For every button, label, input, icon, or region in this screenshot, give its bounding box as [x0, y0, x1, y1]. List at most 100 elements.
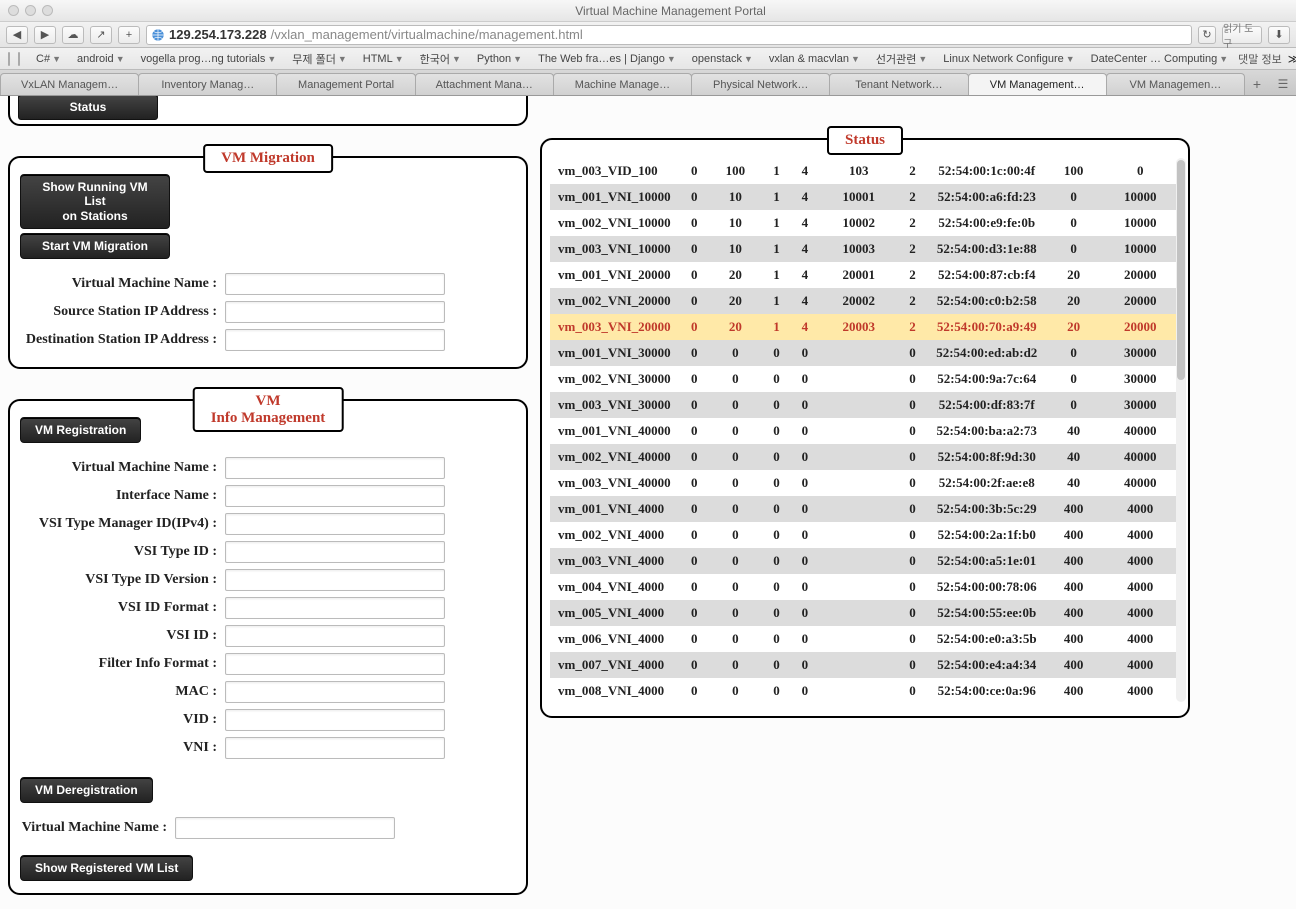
label-vni: VNI :	[20, 740, 225, 756]
input-dereg-vm[interactable]	[175, 817, 395, 839]
table-row[interactable]: vm_004_VNI_40000000052:54:00:00:78:06400…	[550, 574, 1180, 600]
browser-tab[interactable]: Management Portal	[276, 73, 415, 95]
browser-tab[interactable]: Tenant Network…	[829, 73, 968, 95]
bookmark-item[interactable]: Python ▼	[469, 49, 530, 69]
minimize-icon[interactable]	[25, 5, 36, 16]
bookmark-item[interactable]: 선거관련 ▼	[868, 49, 935, 69]
show-running-vm-button[interactable]: Show Running VM Liston Stations	[20, 174, 170, 229]
vm-info-panel: VMInfo Management VM Registration Virtua…	[8, 399, 528, 895]
bookmark-item[interactable]: openstack ▼	[684, 49, 761, 69]
tab-overflow-icon[interactable]: ☰	[1270, 73, 1296, 95]
bookmark-item[interactable]: 한국어 ▼	[412, 49, 469, 69]
bookmark-item[interactable]: The Web fra…es | Django ▼	[530, 49, 684, 69]
table-row[interactable]: vm_005_VNI_40000000052:54:00:55:ee:0b400…	[550, 600, 1180, 626]
table-row[interactable]: vm_001_VNI_400000000052:54:00:ba:a2:7340…	[550, 418, 1180, 444]
scrollbar-thumb[interactable]	[1177, 160, 1185, 380]
bookmark-item[interactable]: Linux Network Configure ▼	[935, 49, 1082, 69]
browser-tab[interactable]: Inventory Manag…	[138, 73, 277, 95]
table-row[interactable]: vm_002_VNI_300000000052:54:00:9a:7c:6403…	[550, 366, 1180, 392]
table-row[interactable]: vm_002_VNI_400000000052:54:00:8f:9d:3040…	[550, 444, 1180, 470]
url-field[interactable]: 129.254.173.228/vxlan_management/virtual…	[146, 25, 1192, 45]
table-row[interactable]: vm_003_VNI_200000201420003252:54:00:70:a…	[550, 314, 1180, 340]
table-row[interactable]: vm_001_VNI_300000000052:54:00:ed:ab:d203…	[550, 340, 1180, 366]
cloud-button[interactable]: ☁	[62, 26, 84, 44]
table-row[interactable]: vm_002_VNI_200000201420002252:54:00:c0:b…	[550, 288, 1180, 314]
status-panel: Status vm_003_VID_100010014103252:54:00:…	[540, 138, 1190, 718]
vm-registration-header[interactable]: VM Registration	[20, 417, 141, 443]
input-src-ip[interactable]	[225, 301, 445, 323]
input-vsi-idfmt[interactable]	[225, 597, 445, 619]
input-vsi-mgr[interactable]	[225, 513, 445, 535]
overflow-icon[interactable]: ≫	[1288, 52, 1296, 66]
bookmark-item[interactable]: vxlan & macvlan ▼	[761, 49, 868, 69]
table-row[interactable]: vm_003_VNI_300000000052:54:00:df:83:7f03…	[550, 392, 1180, 418]
input-vsi-tid[interactable]	[225, 541, 445, 563]
table-row[interactable]: vm_001_VNI_200000201420001252:54:00:87:c…	[550, 262, 1180, 288]
label-vsi-idfmt: VSI ID Format :	[20, 600, 225, 616]
table-row[interactable]: vm_001_VNI_100000101410001252:54:00:a6:f…	[550, 184, 1180, 210]
table-row[interactable]: vm_007_VNI_40000000052:54:00:e4:a4:34400…	[550, 652, 1180, 678]
reading-list-icon[interactable]	[8, 52, 10, 66]
table-row[interactable]: vm_008_VNI_40000000052:54:00:ce:0a:96400…	[550, 678, 1180, 704]
reader-button[interactable]: 읽기 도구	[1222, 26, 1262, 44]
input-vm-name[interactable]	[225, 273, 445, 295]
table-row[interactable]: vm_003_VNI_40000000052:54:00:a5:1e:01400…	[550, 548, 1180, 574]
browser-tab[interactable]: Machine Manage…	[553, 73, 692, 95]
vm-migration-panel: VM Migration Show Running VM Liston Stat…	[8, 156, 528, 369]
browser-tab[interactable]: Physical Network…	[691, 73, 830, 95]
bookmarks-bar: C# ▼android ▼vogella prog…ng tutorials ▼…	[0, 48, 1296, 70]
vm-migration-title: VM Migration	[203, 144, 333, 173]
table-row[interactable]: vm_006_VNI_40000000052:54:00:e0:a3:5b400…	[550, 626, 1180, 652]
input-dst-ip[interactable]	[225, 329, 445, 351]
scrollbar[interactable]	[1176, 158, 1186, 702]
input-vni[interactable]	[225, 737, 445, 759]
new-tab-button[interactable]: +	[1244, 73, 1270, 95]
url-path: /vxlan_management/virtualmachine/managem…	[271, 27, 583, 42]
back-button[interactable]: ◀	[6, 26, 28, 44]
add-button[interactable]: +	[118, 26, 140, 44]
status-button[interactable]: Status	[18, 96, 158, 120]
reload-button[interactable]: ↻	[1198, 26, 1216, 44]
zoom-icon[interactable]	[42, 5, 53, 16]
input-vsi-tidv[interactable]	[225, 569, 445, 591]
bookmark-item[interactable]: DateCenter … Computing ▼	[1083, 49, 1236, 69]
share-button[interactable]: ↗	[90, 26, 112, 44]
top-sites-icon[interactable]	[18, 52, 20, 66]
label-vsi-mgr: VSI Type Manager ID(IPv4) :	[20, 516, 225, 532]
window-title: Virtual Machine Management Portal	[53, 4, 1288, 18]
input-mac[interactable]	[225, 681, 445, 703]
bookmark-item[interactable]: 무제 폴더 ▼	[284, 49, 354, 69]
table-row[interactable]: vm_003_VID_100010014103252:54:00:1c:00:4…	[550, 158, 1180, 184]
right-label[interactable]: 댓말 정보	[1238, 51, 1286, 67]
start-migration-button[interactable]: Start VM Migration	[20, 233, 170, 259]
label-dst-ip: Destination Station IP Address :	[20, 332, 225, 348]
bookmark-item[interactable]: HTML ▼	[355, 49, 412, 69]
input-vsi-id[interactable]	[225, 625, 445, 647]
label-reg-vm: Virtual Machine Name :	[20, 460, 225, 476]
label-vsi-tidv: VSI Type ID Version :	[20, 572, 225, 588]
table-row[interactable]: vm_002_VNI_40000000052:54:00:2a:1f:b0400…	[550, 522, 1180, 548]
bookmark-item[interactable]: C# ▼	[28, 49, 69, 69]
url-host: 129.254.173.228	[169, 27, 267, 42]
browser-tab[interactable]: VM Managemen…	[1106, 73, 1245, 95]
close-icon[interactable]	[8, 5, 19, 16]
table-row[interactable]: vm_003_VNI_100000101410003252:54:00:d3:1…	[550, 236, 1180, 262]
table-row[interactable]: vm_003_VNI_400000000052:54:00:2f:ae:e840…	[550, 470, 1180, 496]
tab-strip: VxLAN Managem…Inventory Manag…Management…	[0, 70, 1296, 96]
bookmark-item[interactable]: vogella prog…ng tutorials ▼	[133, 49, 285, 69]
input-vid[interactable]	[225, 709, 445, 731]
table-row[interactable]: vm_002_VNI_100000101410002252:54:00:e9:f…	[550, 210, 1180, 236]
input-reg-vm[interactable]	[225, 457, 445, 479]
browser-tab[interactable]: VM Management…	[968, 73, 1107, 95]
browser-tab[interactable]: VxLAN Managem…	[0, 73, 139, 95]
input-filter-fmt[interactable]	[225, 653, 445, 675]
table-row[interactable]: vm_001_VNI_40000000052:54:00:3b:5c:29400…	[550, 496, 1180, 522]
forward-button[interactable]: ▶	[34, 26, 56, 44]
label-vm-name: Virtual Machine Name :	[20, 276, 225, 292]
downloads-button[interactable]: ⬇	[1268, 26, 1290, 44]
vm-deregistration-header[interactable]: VM Deregistration	[20, 777, 153, 803]
input-interface[interactable]	[225, 485, 445, 507]
browser-tab[interactable]: Attachment Mana…	[415, 73, 554, 95]
bookmark-item[interactable]: android ▼	[69, 49, 133, 69]
show-registered-vm-button[interactable]: Show Registered VM List	[20, 855, 193, 881]
